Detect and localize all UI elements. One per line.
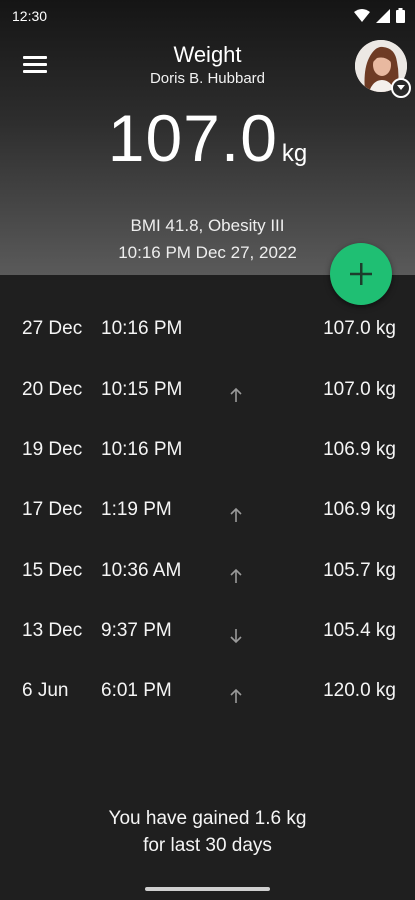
- weight-entry-row[interactable]: 15 Dec 10:36 AM 105.7 kg: [0, 542, 415, 598]
- signal-icon: [376, 8, 390, 23]
- add-entry-button[interactable]: [330, 243, 392, 305]
- status-time: 12:30: [12, 8, 48, 24]
- entry-date: 13 Dec: [22, 620, 83, 641]
- user-name: Doris B. Hubbard: [149, 70, 266, 87]
- header-panel: 12:30 Weight Doris B. Hubbard 107.0 kg B…: [0, 0, 415, 275]
- entry-time: 10:36 AM: [101, 560, 182, 581]
- entry-time: 1:19 PM: [101, 499, 172, 520]
- current-weight: 107.0 kg: [0, 100, 415, 176]
- entry-weight: 105.4 kg: [323, 620, 396, 641]
- weight-unit: kg: [281, 140, 308, 167]
- arrow-up-icon: [230, 507, 242, 522]
- arrow-up-icon: [230, 387, 242, 402]
- weight-value: 107.0: [107, 101, 278, 175]
- entry-time: 10:16 PM: [101, 439, 183, 460]
- entry-time: 10:16 PM: [101, 318, 183, 339]
- entry-weight: 106.9 kg: [323, 439, 396, 460]
- bmi-text: BMI 41.8, Obesity III: [130, 216, 285, 235]
- arrow-down-icon: [230, 629, 242, 644]
- summary-line-2: for last 30 days: [143, 835, 272, 856]
- weight-entry-row[interactable]: 27 Dec 10:16 PM 107.0 kg: [0, 300, 415, 356]
- wifi-icon: [354, 8, 370, 22]
- entry-time: 6:01 PM: [101, 680, 172, 701]
- status-icons: [354, 8, 405, 23]
- status-bar: 12:30: [0, 0, 415, 32]
- entry-weight: 107.0 kg: [323, 318, 396, 339]
- entry-time: 9:37 PM: [101, 620, 172, 641]
- battery-icon: [396, 8, 405, 23]
- entry-weight: 107.0 kg: [323, 379, 396, 400]
- weight-entry-row[interactable]: 13 Dec 9:37 PM 105.4 kg: [0, 602, 415, 658]
- entry-time: 10:15 PM: [101, 379, 183, 400]
- entry-weight: 120.0 kg: [323, 680, 396, 701]
- summary-line-1: You have gained 1.6 kg: [108, 808, 307, 829]
- weight-entry-row[interactable]: 20 Dec 10:15 PM 107.0 kg: [0, 361, 415, 417]
- page-title: Weight: [173, 42, 242, 67]
- gesture-nav-handle[interactable]: [145, 887, 270, 891]
- entry-date: 15 Dec: [22, 560, 83, 581]
- entry-date: 17 Dec: [22, 499, 83, 520]
- trend-summary: You have gained 1.6 kg for last 30 days: [0, 805, 415, 859]
- weight-entry-row[interactable]: 17 Dec 1:19 PM 106.9 kg: [0, 481, 415, 537]
- chevron-down-icon[interactable]: [391, 78, 411, 98]
- entry-date: 20 Dec: [22, 379, 83, 400]
- entry-weight: 106.9 kg: [323, 499, 396, 520]
- entry-date: 27 Dec: [22, 318, 83, 339]
- entry-date: 6 Jun: [22, 680, 69, 701]
- entry-date: 19 Dec: [22, 439, 83, 460]
- weight-entry-row[interactable]: 19 Dec 10:16 PM 106.9 kg: [0, 421, 415, 477]
- entry-weight: 105.7 kg: [323, 560, 396, 581]
- plus-icon: [350, 263, 372, 285]
- arrow-up-icon: [230, 688, 242, 703]
- weight-entry-row[interactable]: 6 Jun 6:01 PM 120.0 kg: [0, 662, 415, 718]
- arrow-up-icon: [230, 568, 242, 583]
